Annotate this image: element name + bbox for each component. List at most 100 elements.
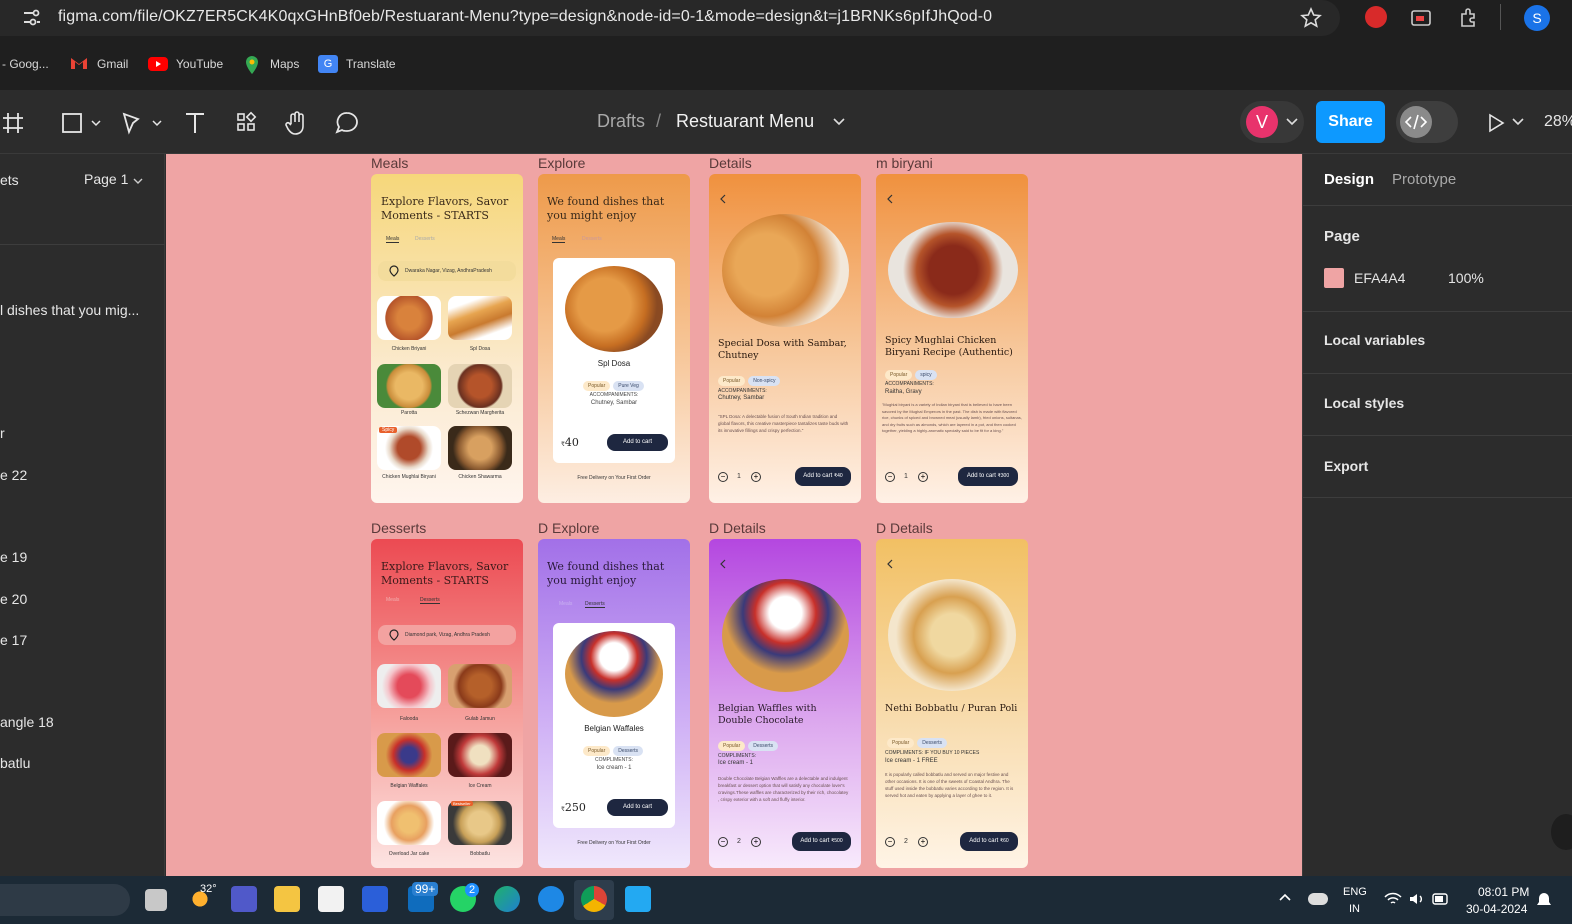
layer-item[interactable]: e 17 [0,632,27,648]
battery-icon[interactable] [1432,893,1450,905]
tab-prototype[interactable]: Prototype [1392,171,1456,188]
notification-bell-icon[interactable] [1536,891,1552,909]
schezwan-margherita-image[interactable] [448,364,512,408]
meals-tab[interactable]: Meals [559,601,572,607]
clock-date[interactable]: 30-04-2024 [1466,902,1527,916]
chicken-briyani-image[interactable] [377,296,441,340]
export-section[interactable]: Export [1324,458,1368,474]
desserts-tab[interactable]: Desserts [582,236,602,242]
user-avatar[interactable]: V [1246,106,1278,138]
extensions-puzzle-icon[interactable] [1458,6,1480,28]
taskbar-search[interactable] [0,884,130,916]
bookmark-gmail[interactable]: Gmail [97,57,128,71]
add-to-cart-button[interactable]: Add to cart ₹500 [792,832,851,851]
desserts-tab[interactable]: Desserts [420,597,440,604]
dev-mode-toggle[interactable] [1396,101,1458,143]
gulab-jamun-image[interactable] [448,664,512,708]
frame-tool-icon[interactable] [2,110,30,136]
app-icon-2[interactable] [538,886,564,912]
qty-minus-button[interactable]: − [885,837,895,847]
text-tool-icon[interactable] [182,110,210,136]
layer-item[interactable]: r [0,425,5,441]
hand-tool-icon[interactable] [284,110,312,136]
frame-label-details[interactable]: Details [709,155,752,171]
qty-plus-button[interactable]: + [918,837,928,847]
back-icon[interactable] [719,194,727,204]
design-canvas[interactable]: Meals Explore Details m biryani Desserts… [166,154,1302,876]
edge-icon[interactable] [494,886,520,912]
microsoft-store-icon[interactable] [318,886,344,912]
chevron-down-icon[interactable] [132,176,144,186]
chevron-down-icon[interactable] [832,116,846,128]
frame-label-explore[interactable]: Explore [538,155,585,171]
qty-plus-button[interactable]: + [918,472,928,482]
bookmark-google[interactable]: - Goog... [2,57,49,71]
assets-tab[interactable]: ets [0,172,19,188]
frame-desserts[interactable]: Explore Flavors, Savor Moments - STARTS … [371,539,523,868]
layer-item[interactable]: batlu [0,755,30,771]
url-field[interactable]: figma.com/file/OKZ7ER5CK4K0qxGHnBf0eb/Re… [0,0,1340,36]
rectangle-tool-icon[interactable] [60,110,104,136]
frame-meals[interactable]: Explore Flavors, Savor Moments - STARTS … [371,174,523,503]
site-settings-icon[interactable] [22,9,42,27]
volume-icon[interactable] [1408,892,1426,906]
back-icon[interactable] [886,559,894,569]
profile-avatar[interactable]: S [1524,5,1550,31]
app-icon[interactable] [362,886,388,912]
chrome-icon[interactable] [581,886,607,912]
tab-design[interactable]: Design [1324,171,1374,188]
belgian-waffales-image[interactable] [377,733,441,777]
file-name[interactable]: Restuarant Menu [676,111,814,132]
local-variables-section[interactable]: Local variables [1324,332,1425,348]
layer-item[interactable]: e 20 [0,591,27,607]
back-icon[interactable] [886,194,894,204]
frame-label-biryani[interactable]: m biryani [876,155,933,171]
dish-card[interactable]: Spl Dosa Popular Pure Veg ACCOMPANIMENTS:… [553,258,675,463]
frame-explore[interactable]: We found dishes that you might enjoy Mea… [538,174,690,503]
frame-details[interactable]: Special Dosa with Sambar, Chutney Popula… [709,174,861,503]
meals-tab[interactable]: Meals [552,236,566,243]
frame-label-meals[interactable]: Meals [371,155,408,171]
language-top[interactable]: ENG [1343,886,1367,898]
page-color-opacity[interactable]: 100% [1448,270,1484,286]
desserts-tab[interactable]: Desserts [415,236,435,242]
page-selector[interactable]: Page 1 [84,171,128,187]
frame-d-details[interactable]: Belgian Waffles with Double Chocolate Po… [709,539,861,868]
spl-dosa-image[interactable] [448,296,512,340]
layer-item[interactable]: e 19 [0,549,27,565]
language-bottom[interactable]: IN [1349,903,1360,915]
frame-label-d-details-2[interactable]: D Details [876,520,933,536]
clock-time[interactable]: 08:01 PM [1478,885,1529,899]
extension-cast-icon[interactable] [1410,7,1432,29]
extension-red-icon[interactable] [1365,6,1387,28]
qty-plus-button[interactable]: + [751,472,761,482]
url-text[interactable]: figma.com/file/OKZ7ER5CK4K0qxGHnBf0eb/Re… [58,8,992,26]
qty-plus-button[interactable]: + [751,837,761,847]
location-pill[interactable]: Diamond park, Vizag, Andhra Pradesh [378,625,516,645]
vscode-icon[interactable] [625,886,651,912]
bookmark-youtube[interactable]: YouTube [176,57,223,71]
frame-biryani[interactable]: Spicy Mughlai Chicken Biryani Recipe (Au… [876,174,1028,503]
page-color-hex[interactable]: EFA4A4 [1354,270,1405,286]
frame-label-desserts[interactable]: Desserts [371,520,426,536]
bobbatlu-image[interactable] [448,801,512,845]
breadcrumb-drafts[interactable]: Drafts [597,111,645,132]
file-explorer-icon[interactable] [274,886,300,912]
back-icon[interactable] [719,559,727,569]
add-to-cart-button[interactable]: Add to cart ₹300 [958,467,1018,486]
zoom-level[interactable]: 28% [1544,113,1572,131]
resources-tool-icon[interactable] [234,110,262,136]
frame-d-details-2[interactable]: Nethi Bobbatlu / Puran Poli Popular Desse… [876,539,1028,868]
present-play-icon[interactable] [1486,112,1506,134]
parotta-image[interactable] [377,364,441,408]
chevron-down-icon[interactable] [1511,116,1525,128]
bookmark-maps[interactable]: Maps [270,57,299,71]
help-button[interactable] [1551,814,1572,850]
qty-minus-button[interactable]: − [885,472,895,482]
qty-minus-button[interactable]: − [718,837,728,847]
chicken-shawarma-image[interactable] [448,426,512,470]
meals-tab[interactable]: Meals [386,236,400,243]
share-button[interactable]: Share [1316,101,1385,143]
layer-item[interactable]: l dishes that you mig... [0,302,139,318]
add-to-cart-button[interactable]: Add to cart ₹40 [795,467,851,486]
